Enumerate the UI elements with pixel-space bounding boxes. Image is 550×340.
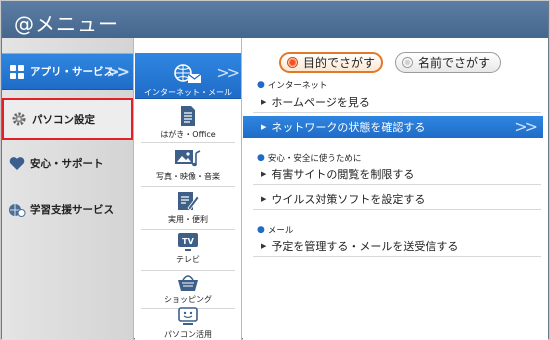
chevron-right-icon: >> xyxy=(216,63,240,82)
nav-tab-apps-services[interactable]: アプリ・サービス >> xyxy=(2,53,133,90)
globe-mail-icon xyxy=(174,59,202,85)
gear-icon xyxy=(10,110,28,128)
category-label: インターネット・メール xyxy=(144,88,232,97)
search-by-name-button[interactable]: 名前でさがす xyxy=(395,52,501,73)
pen-icon xyxy=(176,186,200,212)
radio-unselected-icon xyxy=(402,57,413,68)
nav-tab-label: アプリ・サービス xyxy=(30,66,114,78)
nav-tab-learning-support[interactable]: 学習支援サービス xyxy=(2,191,133,228)
category-postcard-office[interactable]: はがき・Office xyxy=(135,102,241,140)
document-icon xyxy=(180,102,196,127)
category-nav: インターネット・メール >> はがき・Office 写真・映像・音楽 実用・便利 xyxy=(135,38,242,340)
tv-icon: TV xyxy=(177,226,199,252)
section-heading: ● インターネット xyxy=(257,80,328,91)
heart-icon xyxy=(8,155,26,173)
nav-tab-label: パソコン設定 xyxy=(32,113,95,126)
nav-tab-label: 学習支援サービス xyxy=(30,204,114,216)
window-title: @メニュー xyxy=(2,2,548,38)
category-label: はがき・Office xyxy=(160,130,216,139)
category-photo-video-music[interactable]: 写真・映像・音楽 xyxy=(135,143,241,185)
category-pc-utilization[interactable]: パソコン活用 xyxy=(135,304,241,340)
bullet-icon: ● xyxy=(257,80,265,90)
triangle-right-icon: ▶ xyxy=(261,194,267,203)
search-mode-label: 目的でさがす xyxy=(303,56,376,70)
nav-tab-pc-settings[interactable]: パソコン設定 xyxy=(2,98,133,140)
nav-tab-safety-support[interactable]: 安心・サポート xyxy=(2,145,133,182)
bullet-icon: ● xyxy=(257,225,265,235)
app-window: @メニュー アプリ・サービス >> パソコン設定 安心・サポート 学習支援サービ… xyxy=(1,1,549,340)
category-shopping[interactable]: ショッピング xyxy=(135,266,241,308)
triangle-right-icon: ▶ xyxy=(261,169,267,178)
menu-item-schedule-and-mail[interactable]: ▶ 予定を管理する・メールを送受信する xyxy=(253,235,541,257)
category-tv[interactable]: TV テレビ xyxy=(135,226,241,268)
menu-item-check-network-status[interactable]: ▶ ネットワークの状態を確認する >> xyxy=(243,116,543,138)
radio-selected-icon xyxy=(287,57,298,68)
category-label: 写真・映像・音楽 xyxy=(156,172,220,181)
basket-icon xyxy=(176,266,200,292)
chevron-right-icon: >> xyxy=(514,117,538,136)
pc-face-icon xyxy=(177,304,199,327)
bullet-icon: ● xyxy=(257,153,265,163)
menu-item-restrict-harmful-sites[interactable]: ▶ 有害サイトの閲覧を制限する xyxy=(253,163,541,185)
search-by-purpose-button[interactable]: 目的でさがす xyxy=(279,52,383,73)
menu-item-view-homepage[interactable]: ▶ ホームページを見る xyxy=(253,91,541,113)
svg-text:TV: TV xyxy=(182,237,194,246)
content-panel: 目的でさがす 名前でさがす ● インターネット ▶ ホームページを見る ▶ ネッ… xyxy=(243,38,548,340)
search-mode-label: 名前でさがす xyxy=(418,56,491,70)
category-label: テレビ xyxy=(176,255,200,264)
nav-tab-label: 安心・サポート xyxy=(30,158,104,170)
category-label: 実用・便利 xyxy=(168,215,208,224)
triangle-right-icon: ▶ xyxy=(261,97,267,106)
category-label: パソコン活用 xyxy=(164,330,212,339)
learning-globe-icon xyxy=(8,201,26,219)
grid-icon xyxy=(8,63,26,81)
triangle-right-icon: ▶ xyxy=(261,241,267,250)
category-practical-convenient[interactable]: 実用・便利 xyxy=(135,186,241,228)
chevron-right-icon: >> xyxy=(106,62,130,81)
triangle-right-icon: ▶ xyxy=(261,123,267,131)
menu-item-configure-antivirus[interactable]: ▶ ウイルス対策ソフトを設定する xyxy=(253,188,541,210)
left-nav: アプリ・サービス >> パソコン設定 安心・サポート 学習支援サービス xyxy=(2,38,134,340)
category-internet-mail[interactable]: インターネット・メール >> xyxy=(135,53,241,99)
photo-music-icon xyxy=(174,143,202,169)
